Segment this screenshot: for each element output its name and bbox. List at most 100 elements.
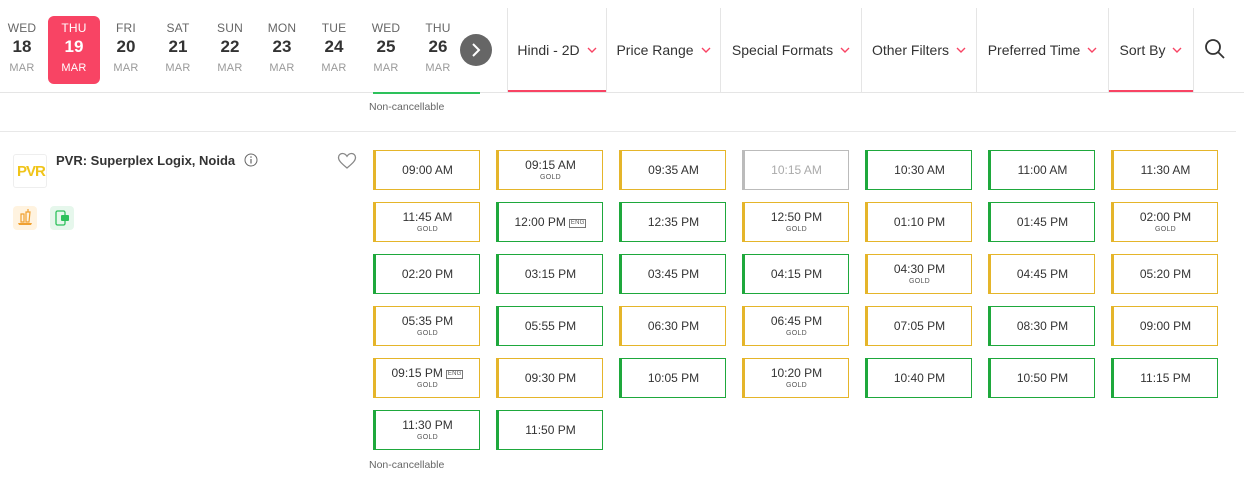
gold-tag: GOLD: [785, 382, 808, 389]
showtime-time: 04:30 PM: [893, 262, 946, 276]
date-26[interactable]: THU 26 MAR: [412, 16, 464, 84]
date-dow: MON: [267, 21, 297, 35]
showtime-button[interactable]: 11:30 AM: [1111, 150, 1218, 190]
showtime-button[interactable]: 03:15 PM: [496, 254, 603, 294]
date-num: 23: [272, 37, 292, 56]
showtime-wrap: 05:35 PM: [376, 314, 479, 328]
showtime-button[interactable]: 09:30 PM: [496, 358, 603, 398]
showtime-button[interactable]: 06:30 PM: [619, 306, 726, 346]
showtime-button[interactable]: 10:40 PM: [865, 358, 972, 398]
showtime-button[interactable]: 06:45 PM GOLD: [742, 306, 849, 346]
chevron-right-icon: [472, 43, 481, 57]
showtime-button[interactable]: 04:30 PM GOLD: [865, 254, 972, 294]
showtime-wrap: 09:30 PM: [499, 359, 602, 397]
date-22[interactable]: SUN 22 MAR: [204, 16, 256, 84]
filter-special-formats[interactable]: Special Formats: [720, 8, 861, 93]
showtime-wrap: 12:50 PM: [745, 210, 848, 224]
showtime-time: 05:20 PM: [1139, 267, 1192, 281]
filter-sort-by[interactable]: Sort By: [1108, 8, 1193, 93]
showtime-button[interactable]: 08:30 PM: [988, 306, 1095, 346]
showtime-wrap: 09:35 AM: [622, 151, 725, 189]
gold-tag: GOLD: [539, 174, 562, 181]
showtime-time: 09:30 PM: [524, 371, 577, 385]
showtime-button[interactable]: 11:30 PM GOLD: [373, 410, 480, 450]
showtime-button[interactable]: 11:15 PM: [1111, 358, 1218, 398]
showtime-time: 02:20 PM: [401, 267, 454, 281]
date-num: 18: [12, 37, 32, 56]
showtime-time: 10:50 PM: [1016, 371, 1069, 385]
showtime-button[interactable]: 05:35 PM GOLD: [373, 306, 480, 346]
showtime-wrap: 12:35 PM: [622, 203, 725, 241]
date-dow: WED: [371, 21, 401, 35]
chevron-down-icon: [1172, 47, 1182, 53]
showtime-time: 04:45 PM: [1016, 267, 1069, 281]
showtime-button[interactable]: 09:15 AM GOLD: [496, 150, 603, 190]
showtime-button[interactable]: 10:20 PM GOLD: [742, 358, 849, 398]
showtime-time: 11:45 AM: [402, 210, 453, 224]
showtime-time: 10:30 AM: [894, 163, 945, 177]
showtime-button[interactable]: 09:00 PM: [1111, 306, 1218, 346]
showtime-button[interactable]: 09:15 PM ENG GOLD: [373, 358, 480, 398]
showtime-button[interactable]: 02:00 PM GOLD: [1111, 202, 1218, 242]
showtime-button[interactable]: 01:10 PM: [865, 202, 972, 242]
showtime-wrap: 11:50 PM: [499, 411, 602, 449]
showtime-button[interactable]: 10:05 PM: [619, 358, 726, 398]
filter-price-range[interactable]: Price Range: [606, 8, 720, 93]
date-21[interactable]: SAT 21 MAR: [152, 16, 204, 84]
showtime-button[interactable]: 10:50 PM: [988, 358, 1095, 398]
filter-hindi-2d[interactable]: Hindi - 2D: [507, 8, 606, 93]
showtime-button[interactable]: 12:35 PM: [619, 202, 726, 242]
search-button[interactable]: [1202, 36, 1228, 62]
info-icon[interactable]: [244, 153, 258, 167]
showtime-time: 01:10 PM: [893, 215, 946, 229]
showtime-time: 03:15 PM: [524, 267, 577, 281]
showtime-time: 04:15 PM: [770, 267, 823, 281]
date-mon: MAR: [373, 62, 399, 74]
filter-bar: WED 18 MAR THU 19 MAR FRI 20 MAR SAT 21 MAR SUN 22 MAR…: [0, 0, 1244, 93]
showtime-wrap: 09:00 PM: [1114, 307, 1217, 345]
date-18[interactable]: WED 18 MAR: [0, 16, 48, 84]
mticket-icon: [55, 210, 69, 226]
showtime-button[interactable]: 09:35 AM: [619, 150, 726, 190]
showtime-wrap: 10:15 AM: [745, 151, 848, 189]
showtime-button[interactable]: 09:00 AM: [373, 150, 480, 190]
showtime-button[interactable]: 12:00 PM ENG: [496, 202, 603, 242]
venue-logo: PVR: [13, 154, 47, 188]
showtime-button[interactable]: 02:20 PM: [373, 254, 480, 294]
next-dates-button[interactable]: [460, 34, 492, 66]
venue-name[interactable]: PVR: Superplex Logix, Noida: [56, 153, 235, 168]
heart-icon[interactable]: [337, 152, 357, 170]
showtime-time: 11:15 PM: [1140, 371, 1191, 385]
search-icon: [1205, 39, 1225, 59]
filter-other-filters[interactable]: Other Filters: [861, 8, 976, 93]
showtime-wrap: 05:55 PM: [499, 307, 602, 345]
venue-logo-text: PVR: [17, 163, 46, 180]
filter-label: Price Range: [616, 42, 694, 58]
chevron-down-icon: [701, 47, 711, 53]
showtime-button[interactable]: 07:05 PM: [865, 306, 972, 346]
showtime-button[interactable]: 05:20 PM: [1111, 254, 1218, 294]
date-23[interactable]: MON 23 MAR: [256, 16, 308, 84]
date-19[interactable]: THU 19 MAR: [48, 16, 100, 84]
filter-label: Hindi - 2D: [517, 42, 580, 58]
date-num: 24: [324, 37, 344, 56]
showtime-time: 07:05 PM: [893, 319, 946, 333]
showtime-button[interactable]: 10:30 AM: [865, 150, 972, 190]
showtime-button[interactable]: 11:45 AM GOLD: [373, 202, 480, 242]
showtime-button[interactable]: 05:55 PM: [496, 306, 603, 346]
showtime-wrap: 09:00 AM: [376, 151, 479, 189]
date-25[interactable]: WED 25 MAR: [360, 16, 412, 84]
filter-label-wrap: Other Filters: [862, 42, 976, 58]
date-24[interactable]: TUE 24 MAR: [308, 16, 360, 84]
gold-tag: GOLD: [416, 382, 439, 389]
showtime-button[interactable]: 11:00 AM: [988, 150, 1095, 190]
showtime-button[interactable]: 04:45 PM: [988, 254, 1095, 294]
showtime-button[interactable]: 12:50 PM GOLD: [742, 202, 849, 242]
filter-preferred-time[interactable]: Preferred Time: [976, 8, 1108, 93]
showtime-button[interactable]: 01:45 PM: [988, 202, 1095, 242]
date-20[interactable]: FRI 20 MAR: [100, 16, 152, 84]
showtime-button[interactable]: 03:45 PM: [619, 254, 726, 294]
showtime-button[interactable]: 04:15 PM: [742, 254, 849, 294]
showtime-wrap: 07:05 PM: [868, 307, 971, 345]
showtime-button[interactable]: 11:50 PM: [496, 410, 603, 450]
